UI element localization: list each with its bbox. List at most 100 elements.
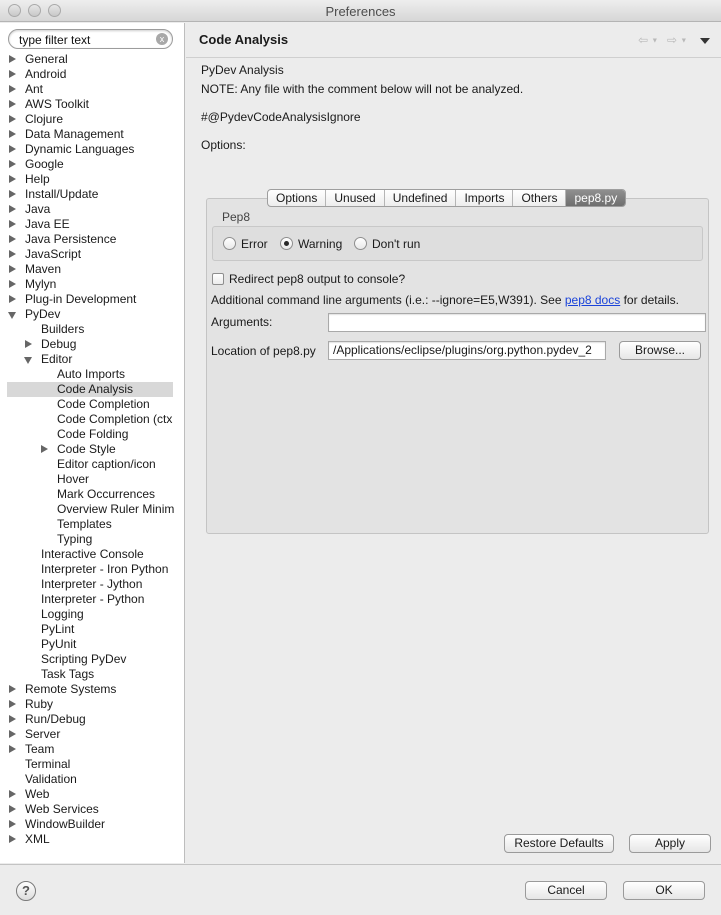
tree-item[interactable]: Code Folding [0, 427, 184, 442]
tree-item[interactable]: Help [0, 172, 184, 187]
browse-button[interactable]: Browse... [619, 341, 701, 360]
collapsed-arrow-icon[interactable] [7, 232, 17, 247]
tree-item[interactable]: Logging [0, 607, 184, 622]
tree-item[interactable]: Task Tags [0, 667, 184, 682]
collapsed-arrow-icon[interactable] [7, 52, 17, 67]
collapsed-arrow-icon[interactable] [7, 832, 17, 847]
tree-item[interactable]: Data Management [0, 127, 184, 142]
tab-undefined[interactable]: Undefined [385, 190, 457, 206]
tree-item[interactable]: Ant [0, 82, 184, 97]
clear-icon[interactable]: x [156, 33, 168, 45]
tree-item[interactable]: Server [0, 727, 184, 742]
back-icon[interactable]: ⇦ ▼ [638, 33, 658, 47]
tree-item[interactable]: Google [0, 157, 184, 172]
tree-item[interactable]: Code Analysis [7, 382, 173, 397]
collapsed-arrow-icon[interactable] [7, 172, 17, 187]
tree-item[interactable]: Debug [0, 337, 184, 352]
collapsed-arrow-icon[interactable] [7, 787, 17, 802]
tree-item[interactable]: Interpreter - Jython [0, 577, 184, 592]
collapsed-arrow-icon[interactable] [7, 712, 17, 727]
pep8-docs-link[interactable]: pep8 docs [565, 293, 620, 307]
collapsed-arrow-icon[interactable] [7, 217, 17, 232]
tree-item[interactable]: Interpreter - Python [0, 592, 184, 607]
tree-item[interactable]: Terminal [0, 757, 184, 772]
tree-item[interactable]: Overview Ruler Minim [0, 502, 184, 517]
collapsed-arrow-icon[interactable] [7, 82, 17, 97]
collapsed-arrow-icon[interactable] [7, 157, 17, 172]
tree-item[interactable]: Interpreter - Iron Python [0, 562, 184, 577]
warning-radio[interactable] [280, 237, 293, 250]
collapsed-arrow-icon[interactable] [7, 112, 17, 127]
tree-item[interactable]: Android [0, 67, 184, 82]
tree-item[interactable]: Java [0, 202, 184, 217]
tree-item[interactable]: Auto Imports [0, 367, 184, 382]
help-icon[interactable]: ? [16, 881, 36, 901]
tree-item[interactable]: Web Services [0, 802, 184, 817]
tab-pep8-py[interactable]: pep8.py [566, 190, 626, 206]
tree-item[interactable]: Ruby [0, 697, 184, 712]
tree-item[interactable]: Typing [0, 532, 184, 547]
tree-item[interactable]: PyLint [0, 622, 184, 637]
collapsed-arrow-icon[interactable] [39, 442, 49, 457]
tree-item[interactable]: Team [0, 742, 184, 757]
tree-item[interactable]: Install/Update [0, 187, 184, 202]
collapsed-arrow-icon[interactable] [7, 142, 17, 157]
tab-imports[interactable]: Imports [456, 190, 514, 206]
expanded-arrow-icon[interactable] [7, 307, 17, 322]
location-input[interactable]: /Applications/eclipse/plugins/org.python… [328, 341, 606, 360]
tree-item[interactable]: Java Persistence [0, 232, 184, 247]
tree-item[interactable]: Maven [0, 262, 184, 277]
collapsed-arrow-icon[interactable] [7, 697, 17, 712]
tree-item[interactable]: Editor [0, 352, 184, 367]
cancel-button[interactable]: Cancel [525, 881, 607, 900]
collapsed-arrow-icon[interactable] [7, 277, 17, 292]
error-radio[interactable] [223, 237, 236, 250]
filter-input[interactable]: type filter text x [8, 29, 173, 49]
collapsed-arrow-icon[interactable] [7, 262, 17, 277]
restore-defaults-button[interactable]: Restore Defaults [504, 834, 614, 853]
collapsed-arrow-icon[interactable] [7, 742, 17, 757]
tree-item[interactable]: Interactive Console [0, 547, 184, 562]
tree-item[interactable]: XML [0, 832, 184, 847]
tab-others[interactable]: Others [513, 190, 567, 206]
tree-item[interactable]: PyDev [0, 307, 184, 322]
tree-item[interactable]: Templates [0, 517, 184, 532]
tree-item[interactable]: Java EE [0, 217, 184, 232]
collapsed-arrow-icon[interactable] [7, 292, 17, 307]
ok-button[interactable]: OK [623, 881, 705, 900]
tree-item[interactable]: Code Completion [0, 397, 184, 412]
collapsed-arrow-icon[interactable] [7, 727, 17, 742]
tree-item[interactable]: Builders [0, 322, 184, 337]
forward-icon[interactable]: ⇨ ▼ [667, 33, 687, 47]
tree-item[interactable]: Mark Occurrences [0, 487, 184, 502]
tree-item[interactable]: Editor caption/icon [0, 457, 184, 472]
tree-item[interactable]: WindowBuilder [0, 817, 184, 832]
tab-unused[interactable]: Unused [326, 190, 385, 206]
tree-item[interactable]: Plug-in Development [0, 292, 184, 307]
collapsed-arrow-icon[interactable] [7, 247, 17, 262]
tree-item[interactable]: Code Style [0, 442, 184, 457]
expanded-arrow-icon[interactable] [23, 352, 33, 367]
tree-item[interactable]: Mylyn [0, 277, 184, 292]
collapsed-arrow-icon[interactable] [7, 97, 17, 112]
tree-item[interactable]: Code Completion (ctx [0, 412, 184, 427]
dont-run-radio[interactable] [354, 237, 367, 250]
apply-button[interactable]: Apply [629, 834, 711, 853]
collapsed-arrow-icon[interactable] [7, 187, 17, 202]
tree-item[interactable]: General [0, 52, 184, 67]
collapsed-arrow-icon[interactable] [7, 682, 17, 697]
tree-item[interactable]: Validation [0, 772, 184, 787]
tree-item[interactable]: Clojure [0, 112, 184, 127]
tree-item[interactable]: Scripting PyDev [0, 652, 184, 667]
tree-item[interactable]: Run/Debug [0, 712, 184, 727]
tree-item[interactable]: Hover [0, 472, 184, 487]
tree-item[interactable]: Web [0, 787, 184, 802]
tree-item[interactable]: Dynamic Languages [0, 142, 184, 157]
collapsed-arrow-icon[interactable] [23, 337, 33, 352]
redirect-checkbox[interactable] [212, 273, 224, 285]
collapsed-arrow-icon[interactable] [7, 202, 17, 217]
tree-item[interactable]: JavaScript [0, 247, 184, 262]
tree-item[interactable]: AWS Toolkit [0, 97, 184, 112]
collapsed-arrow-icon[interactable] [7, 67, 17, 82]
tree-item[interactable]: PyUnit [0, 637, 184, 652]
